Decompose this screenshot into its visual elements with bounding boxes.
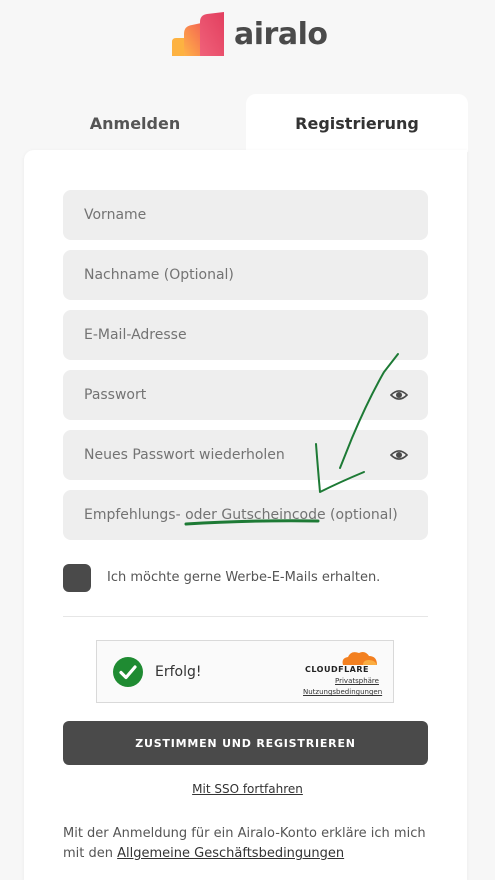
sso-link[interactable]: Mit SSO fortfahren [0,782,495,796]
divider [63,616,428,617]
eye-icon[interactable] [390,387,408,403]
eye-icon[interactable] [390,447,408,463]
cloudflare-terms-link[interactable]: Nutzungsbedingungen [303,688,382,696]
first-name-field[interactable] [63,190,428,240]
tab-register[interactable]: Registrierung [246,94,468,152]
password-repeat-input[interactable] [63,430,428,480]
first-name-input[interactable] [63,190,428,240]
password-input[interactable] [63,370,428,420]
captcha-status: Erfolg! [155,664,202,680]
referral-code-input[interactable] [63,490,428,540]
newsletter-label: Ich möchte gerne Werbe-E-Mails erhalten. [107,570,381,585]
terms-link[interactable]: Allgemeine Geschäftsbedingungen [117,846,344,861]
newsletter-checkbox[interactable] [63,564,91,592]
cloudflare-captcha[interactable]: Erfolg! CLOUDFLARE Privatsphäre Nutzungs… [96,640,394,703]
airalo-mark-icon [172,12,224,56]
last-name-field[interactable] [63,250,428,300]
password-repeat-field[interactable] [63,430,428,480]
airalo-logo[interactable]: airalo [170,10,328,58]
password-field[interactable] [63,370,428,420]
cloudflare-logo [342,652,377,665]
check-icon [113,657,143,687]
legal-text: Mit der Anmeldung für ein Airalo-Konto e… [63,824,433,864]
tab-login[interactable]: Anmelden [24,94,246,152]
email-input[interactable] [63,310,428,360]
email-field[interactable] [63,310,428,360]
brand-name: airalo [234,16,328,52]
referral-code-field[interactable] [63,490,428,540]
cloudflare-brand: CLOUDFLARE [305,665,369,674]
last-name-input[interactable] [63,250,428,300]
cloudflare-privacy-link[interactable]: Privatsphäre [335,677,379,685]
register-button[interactable]: ZUSTIMMEN UND REGISTRIEREN [63,721,428,765]
